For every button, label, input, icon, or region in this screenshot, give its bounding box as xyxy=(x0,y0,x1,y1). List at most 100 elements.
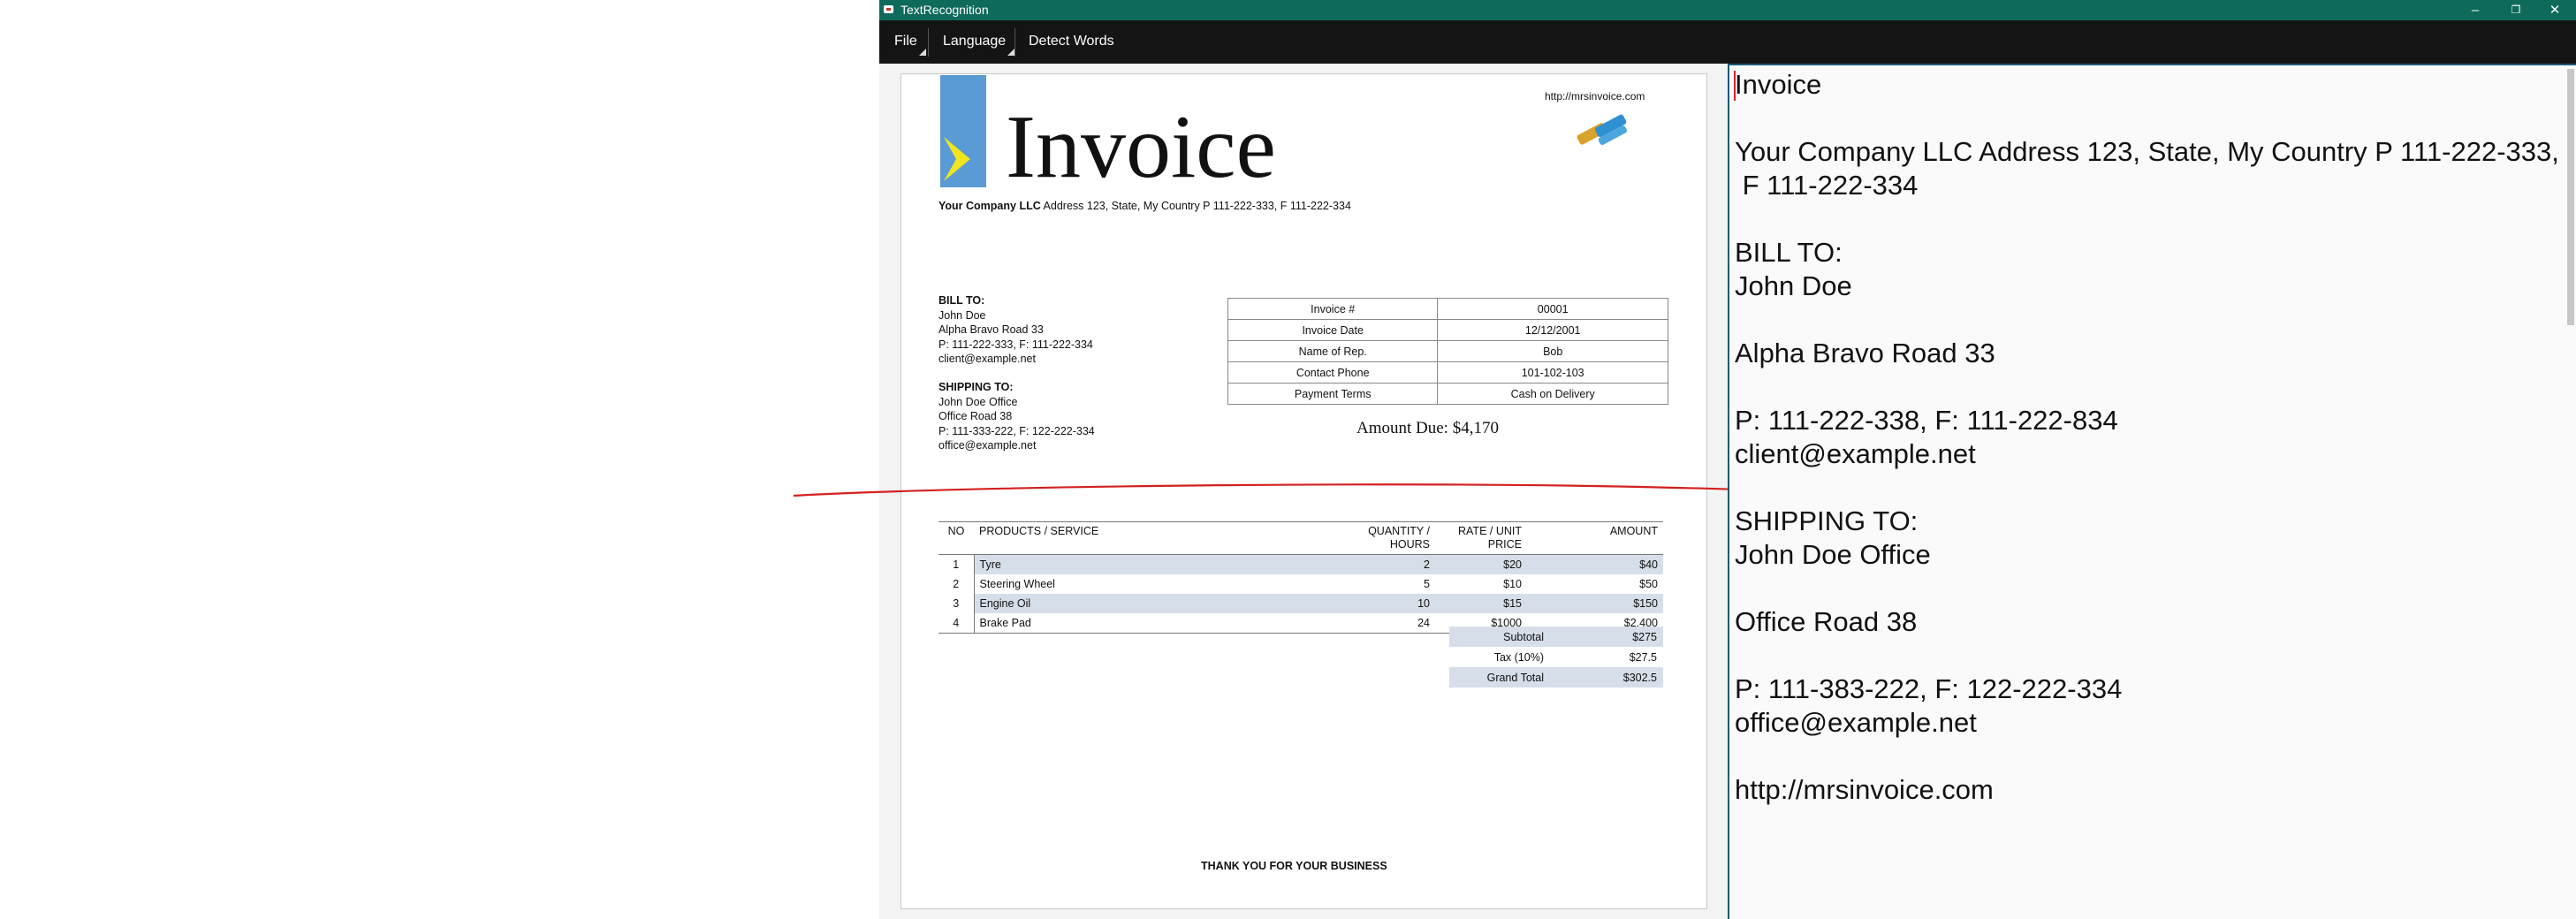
company-address: Address 123, State, My Country P 111-222… xyxy=(1043,200,1351,212)
minimize-button[interactable]: – xyxy=(2456,0,2495,20)
text-line: Office Road 38 xyxy=(1735,606,1918,637)
item-amount: $50 xyxy=(1639,578,1658,590)
ship-to-heading: SHIPPING TO: xyxy=(938,381,1014,393)
invoice-title: Invoice xyxy=(1006,97,1276,197)
table-row: 2 Steering Wheel 5 $10 $50 xyxy=(938,574,1663,594)
dropdown-corner-icon xyxy=(918,49,926,56)
total-label: Tax (10%) xyxy=(1493,650,1544,664)
item-rate: $10 xyxy=(1503,578,1522,590)
total-value: $302.5 xyxy=(1550,667,1663,687)
item-no: 4 xyxy=(938,613,974,634)
title-bar: TextRecognition – ❐ ✕ xyxy=(879,0,2576,20)
menu-detect-words[interactable]: Detect Words xyxy=(1029,32,1114,51)
doc-url: http://mrsinvoice.com xyxy=(1545,90,1645,103)
menu-separator xyxy=(1014,28,1015,57)
recognized-text-area[interactable]: Invoice Your Company LLC Address 123, St… xyxy=(1728,64,2576,919)
chevron-cutout xyxy=(944,137,956,181)
text-line: P: 111-222-338, F: 111-222-834 xyxy=(1735,405,2118,436)
annotation-stroke xyxy=(793,483,1826,503)
text-line: BILL TO: xyxy=(1735,237,1843,268)
text-line: client@example.net xyxy=(1735,438,1976,469)
table-row: Payment Terms Cash on Delivery xyxy=(1227,383,1668,405)
text-line: Invoice xyxy=(1735,69,1822,100)
col-no: NO xyxy=(938,521,974,555)
info-label: Name of Rep. xyxy=(1227,340,1439,362)
thank-you-note: THANK YOU FOR YOUR BUSINESS xyxy=(1201,860,1387,872)
text-line: office@example.net xyxy=(1735,707,1977,738)
menu-separator xyxy=(928,28,929,57)
info-label: Invoice Date xyxy=(1227,319,1439,341)
item-qty: 5 xyxy=(1424,578,1430,590)
info-value: Cash on Delivery xyxy=(1437,383,1668,405)
item-no: 1 xyxy=(953,558,960,571)
menu-file[interactable]: File xyxy=(894,32,926,56)
window-title: TextRecognition xyxy=(900,3,989,17)
bill-to-block: BILL TO: John Doe Alpha Bravo Road 33 P:… xyxy=(938,293,1093,367)
text-line: http://mrsinvoice.com xyxy=(1735,774,1994,805)
table-row: Invoice #00001 xyxy=(1227,298,1668,320)
brand-logo-icon xyxy=(1577,114,1627,145)
col-rate: RATE / UNIT PRICE xyxy=(1435,521,1527,555)
item-amount: $40 xyxy=(1527,554,1663,574)
totals-table: Subtotal $275 Tax (10%) $27.5 Grand Tota… xyxy=(1449,627,1663,687)
item-product: Tyre xyxy=(973,554,1329,574)
bill-to-line: client@example.net xyxy=(938,353,1036,365)
table-row: Invoice Date 12/12/2001 xyxy=(1227,319,1668,341)
bill-to-line: John Doe xyxy=(938,308,986,322)
text-line: F 111-222-334 xyxy=(1735,170,1919,201)
amount-due: Amount Due: $4,170 xyxy=(1356,419,1499,437)
col-amount: AMOUNT xyxy=(1527,521,1663,555)
info-label: Invoice # xyxy=(1227,298,1439,320)
dropdown-corner-icon xyxy=(1007,49,1015,56)
total-label: Grand Total xyxy=(1449,667,1550,687)
ship-to-line: Office Road 38 xyxy=(938,410,1013,422)
bill-to-line: P: 111-222-333, F: 111-222-334 xyxy=(938,338,1093,351)
item-product: Brake Pad xyxy=(973,613,1329,634)
item-rate: $15 xyxy=(1435,594,1527,613)
item-no: 3 xyxy=(953,597,960,610)
ship-to-line: John Doe Office xyxy=(938,395,1018,408)
info-label: Contact Phone xyxy=(1227,361,1439,384)
menu-language-label: Language xyxy=(943,34,1007,49)
item-qty: 24 xyxy=(1329,613,1435,634)
item-product: Engine Oil xyxy=(973,594,1329,613)
bill-to-line: Alpha Bravo Road 33 xyxy=(938,323,1044,336)
app-icon xyxy=(884,5,893,13)
text-line: John Doe xyxy=(1735,270,1852,301)
close-button[interactable]: ✕ xyxy=(2535,0,2574,20)
restore-button[interactable]: ❐ xyxy=(2496,0,2535,20)
info-label: Payment Terms xyxy=(1227,383,1439,405)
info-value: 12/12/2001 xyxy=(1437,319,1668,341)
total-value: $27.5 xyxy=(1629,650,1657,664)
ship-to-line: office@example.net xyxy=(938,439,1037,452)
bill-to-heading: BILL TO: xyxy=(938,294,985,307)
text-line: Alpha Bravo Road 33 xyxy=(1735,338,1995,368)
info-value: Bob xyxy=(1437,340,1668,362)
vertical-scrollbar[interactable] xyxy=(2567,69,2574,325)
company-name: Your Company LLC xyxy=(938,200,1041,212)
table-row: Name of Rep. Bob xyxy=(1227,340,1668,362)
invoice-info-table: Invoice #00001 Invoice Date 12/12/2001 Na… xyxy=(1227,298,1668,405)
text-line: Your Company LLC Address 123, State, My … xyxy=(1735,136,2559,167)
ship-to-block: SHIPPING TO: John Doe Office Office Road… xyxy=(938,380,1095,453)
menu-file-label: File xyxy=(894,34,917,49)
table-row: Grand Total $302.5 xyxy=(1449,667,1663,687)
text-line: P: 111-383-222, F: 122-222-334 xyxy=(1735,673,2123,704)
table-header-row: NO PRODUCTS / SERVICE QUANTITY / HOURS R… xyxy=(938,521,1663,555)
table-row: Subtotal $275 xyxy=(1449,627,1663,647)
item-rate: $20 xyxy=(1435,554,1527,574)
col-qty: QUANTITY / HOURS xyxy=(1329,521,1435,555)
total-label: Subtotal xyxy=(1449,627,1550,647)
total-value: $275 xyxy=(1550,627,1663,647)
menu-language[interactable]: Language xyxy=(943,32,1015,56)
table-row: 3 Engine Oil 10 $15 $150 xyxy=(938,594,1663,613)
table-row: Tax (10%) $27.5 xyxy=(1449,647,1663,667)
item-qty: 10 xyxy=(1329,594,1435,613)
company-line: Your Company LLC Address 123, State, My … xyxy=(938,200,1351,212)
text-line: SHIPPING TO: xyxy=(1735,505,1919,536)
table-row: 1 Tyre 2 $20 $40 xyxy=(938,554,1663,574)
item-no: 2 xyxy=(953,578,960,590)
item-amount: $150 xyxy=(1527,594,1663,613)
line-items-table: NO PRODUCTS / SERVICE QUANTITY / HOURS R… xyxy=(938,521,1663,634)
text-line: John Doe Office xyxy=(1735,539,1931,570)
